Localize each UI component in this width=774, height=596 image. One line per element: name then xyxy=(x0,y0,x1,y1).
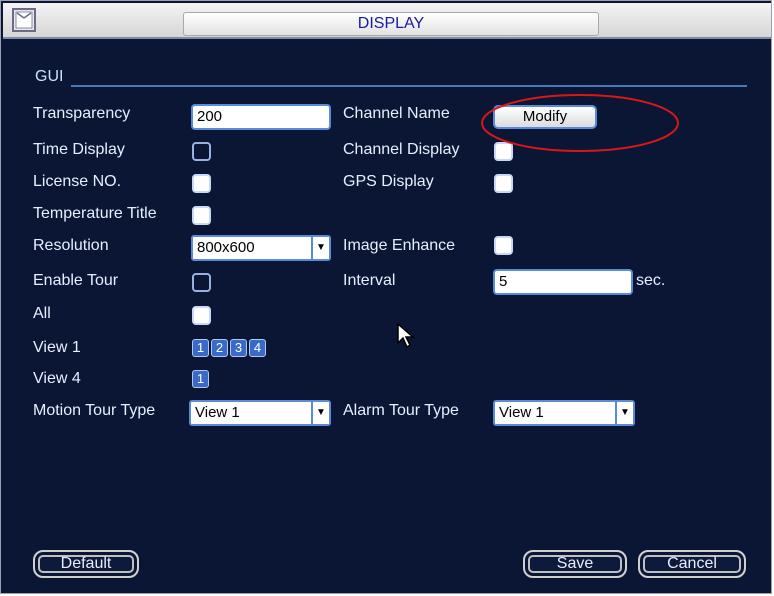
section-divider xyxy=(71,85,747,87)
channel-display-label: Channel Display xyxy=(343,141,460,158)
enable-tour-checkbox[interactable] xyxy=(192,273,211,292)
window-title: DISPLAY xyxy=(183,12,599,36)
section-label: GUI xyxy=(35,68,64,85)
annotation-ellipse xyxy=(481,94,679,152)
channel-name-label: Channel Name xyxy=(343,105,450,122)
chevron-down-icon[interactable]: ▼ xyxy=(311,237,329,259)
interval-input[interactable]: 5 xyxy=(493,269,633,295)
view1-channel[interactable]: 1 xyxy=(192,339,209,357)
all-label: All xyxy=(33,305,51,322)
transparency-label: Transparency xyxy=(33,105,131,122)
title-bar: DISPLAY xyxy=(3,3,771,39)
transparency-input[interactable]: 200 xyxy=(191,104,331,130)
chevron-down-icon[interactable]: ▼ xyxy=(615,402,633,424)
temperature-title-checkbox[interactable] xyxy=(192,206,211,225)
image-enhance-label: Image Enhance xyxy=(343,237,456,254)
temperature-title-label: Temperature Title xyxy=(33,205,157,222)
motion-tour-type-value: View 1 xyxy=(195,404,240,421)
interval-label: Interval xyxy=(343,272,396,289)
window-app-icon xyxy=(12,8,36,32)
image-enhance-checkbox[interactable] xyxy=(494,236,513,255)
gps-display-checkbox[interactable] xyxy=(494,174,513,193)
enable-tour-label: Enable Tour xyxy=(33,272,119,289)
all-checkbox[interactable] xyxy=(192,306,211,325)
resolution-value: 800x600 xyxy=(197,239,255,256)
view1-label: View 1 xyxy=(33,339,81,356)
resolution-dropdown[interactable]: 800x600 ▼ xyxy=(191,235,331,261)
alarm-tour-type-dropdown[interactable]: View 1 ▼ xyxy=(493,400,635,426)
interval-unit: sec. xyxy=(636,272,666,289)
save-button[interactable]: Save xyxy=(523,550,627,578)
alarm-tour-type-label: Alarm Tour Type xyxy=(343,402,459,419)
alarm-tour-type-value: View 1 xyxy=(499,404,544,421)
view1-channel[interactable]: 2 xyxy=(211,339,228,357)
chevron-down-icon[interactable]: ▼ xyxy=(311,402,329,424)
license-no-label: License NO. xyxy=(33,173,122,190)
cancel-button[interactable]: Cancel xyxy=(638,550,746,578)
time-display-checkbox[interactable] xyxy=(192,142,211,161)
view4-channel[interactable]: 1 xyxy=(192,370,209,388)
default-button[interactable]: Default xyxy=(33,550,139,578)
mouse-cursor-icon xyxy=(397,323,415,349)
license-no-checkbox[interactable] xyxy=(192,174,211,193)
view1-channel[interactable]: 4 xyxy=(249,339,266,357)
view4-label: View 4 xyxy=(33,370,81,387)
gps-display-label: GPS Display xyxy=(343,173,434,190)
view1-channel[interactable]: 3 xyxy=(230,339,247,357)
resolution-label: Resolution xyxy=(33,237,109,254)
motion-tour-type-dropdown[interactable]: View 1 ▼ xyxy=(189,400,331,426)
display-dialog: DISPLAY GUI Transparency 200 Channel Nam… xyxy=(0,0,772,594)
time-display-label: Time Display xyxy=(33,141,125,158)
motion-tour-type-label: Motion Tour Type xyxy=(33,402,156,419)
